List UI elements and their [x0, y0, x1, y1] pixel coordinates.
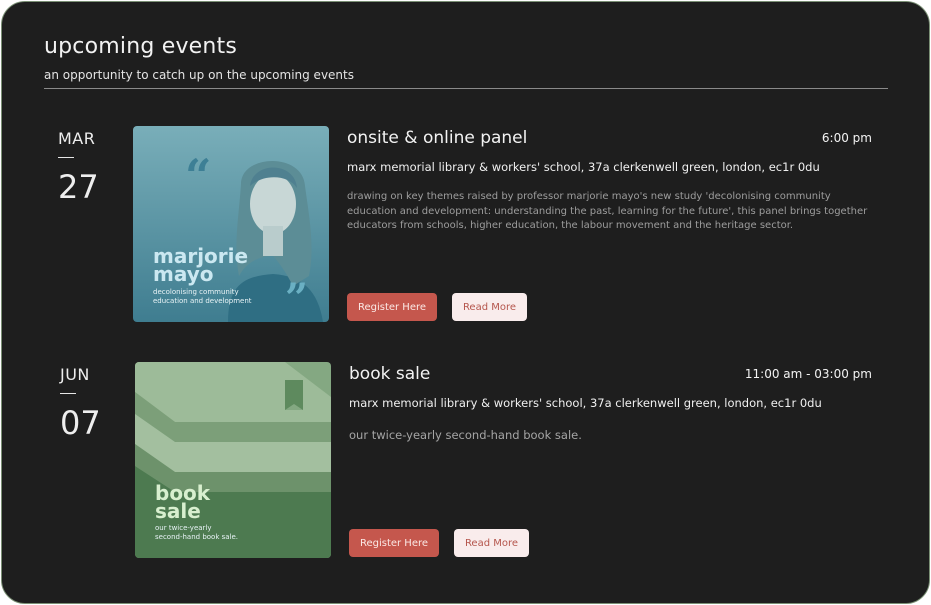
image-caption-line1: our twice-yearly: [155, 524, 212, 532]
read-more-button[interactable]: Read More: [452, 293, 527, 321]
image-caption-line2: education and development: [153, 297, 252, 305]
header-divider: [44, 88, 888, 89]
page-subtitle: an opportunity to catch up on the upcomi…: [44, 68, 354, 82]
svg-text:”: ”: [285, 275, 308, 322]
event-description: drawing on key themes raised by professo…: [347, 191, 868, 231]
event-title: onsite & online panel: [347, 128, 528, 148]
image-heading-line2: sale: [155, 499, 201, 523]
event-image[interactable]: book sale our twice-yearly second-hand b…: [135, 362, 331, 558]
image-caption-line2: second-hand book sale.: [155, 533, 239, 541]
event-time: 11:00 am - 03:00 pm: [744, 367, 872, 381]
svg-text:“: “: [185, 149, 211, 203]
event-image[interactable]: “ ” marjorie mayo decolonising community…: [133, 126, 329, 322]
event-time: 6:00 pm: [821, 131, 872, 145]
event-day: 07: [60, 404, 101, 442]
register-button[interactable]: Register Here: [349, 529, 439, 557]
event-card: JUN 07 book sale our twice-yearly second…: [2, 361, 929, 561]
event-date: MAR 27: [58, 129, 99, 206]
event-title: book sale: [349, 364, 431, 384]
event-location: marx memorial library & workers' school,…: [349, 396, 822, 410]
date-divider: [60, 393, 76, 394]
event-month: MAR: [58, 129, 96, 148]
register-button[interactable]: Register Here: [347, 293, 437, 321]
image-caption-line1: decolonising community: [153, 288, 239, 296]
page-title: upcoming events: [44, 34, 238, 59]
event-card: MAR 27 “ ” marjorie mayo decolonising co…: [2, 125, 929, 325]
events-panel: upcoming events an opportunity to catch …: [1, 1, 930, 604]
event-day: 27: [58, 168, 99, 206]
read-more-button[interactable]: Read More: [454, 529, 529, 557]
image-heading-line2: mayo: [153, 262, 214, 286]
event-location: marx memorial library & workers' school,…: [347, 160, 820, 174]
event-month: JUN: [60, 365, 90, 384]
event-date: JUN 07: [60, 365, 101, 442]
event-description: our twice-yearly second-hand book sale.: [349, 428, 582, 442]
date-divider: [58, 157, 74, 158]
